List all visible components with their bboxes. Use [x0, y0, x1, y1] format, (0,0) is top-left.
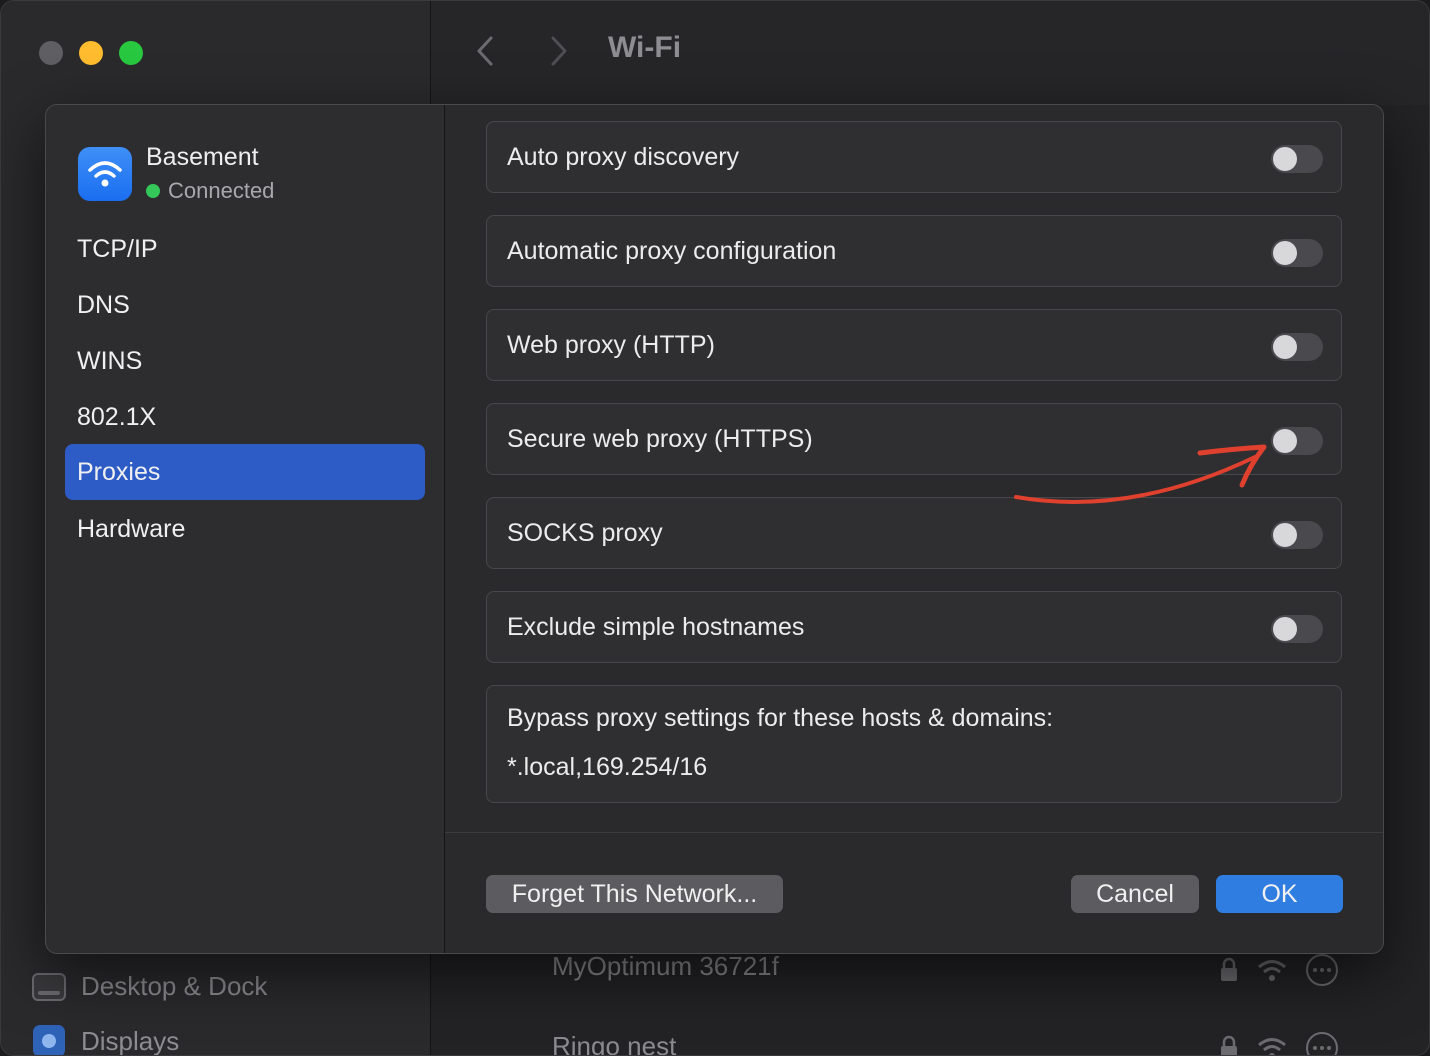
- option-label: Auto proxy discovery: [507, 142, 740, 171]
- secure-web-proxy-https-row: Secure web proxy (HTTPS): [486, 403, 1342, 475]
- toggle-knob: [1273, 147, 1297, 171]
- status-text: Connected: [168, 178, 275, 203]
- web-proxy-http-toggle[interactable]: [1271, 333, 1323, 361]
- sidebar-item-dns[interactable]: DNS: [65, 277, 425, 333]
- dialog-footer: Forget This Network... Cancel OK: [445, 832, 1383, 953]
- network-details-dialog: Basement Connected TCP/IP DNS WINS 802.1…: [45, 104, 1384, 954]
- connection-status: Connected: [146, 178, 274, 204]
- bypass-hosts-label: Bypass proxy settings for these hosts & …: [507, 704, 1054, 732]
- more-options-icon[interactable]: [1305, 1031, 1339, 1056]
- sidebar-item-label: Proxies: [77, 457, 161, 486]
- sidebar-item-tcpip[interactable]: TCP/IP: [65, 221, 425, 277]
- wifi-icon: [78, 147, 132, 201]
- sidebar-item-label: WINS: [77, 346, 143, 375]
- zoom-window-button[interactable]: [119, 41, 143, 65]
- network-name: Basement: [146, 143, 259, 171]
- option-label: Secure web proxy (HTTPS): [507, 424, 813, 453]
- ok-button[interactable]: OK: [1216, 875, 1343, 913]
- network-list-item[interactable]: MyOptimum 36721f: [552, 951, 779, 982]
- toggle-knob: [1273, 241, 1297, 265]
- settings-toolbar: [431, 1, 1429, 105]
- sidebar-item-desktop-dock[interactable]: Desktop & Dock: [31, 971, 267, 1002]
- network-name: Ringo nest: [552, 1031, 677, 1056]
- sidebar-item-label: Desktop & Dock: [81, 971, 268, 1001]
- bypass-hosts-box: Bypass proxy settings for these hosts & …: [486, 685, 1342, 803]
- sidebar-item-label: Displays: [81, 1025, 180, 1056]
- exclude-simple-hostnames-row: Exclude simple hostnames: [486, 591, 1342, 663]
- sidebar-item-displays[interactable]: Displays: [31, 1023, 180, 1056]
- sidebar-item-label: Hardware: [77, 514, 186, 543]
- bypass-hosts-input[interactable]: *.local,169.254/16: [507, 753, 1321, 782]
- option-label: SOCKS proxy: [507, 518, 663, 547]
- forget-network-button[interactable]: Forget This Network...: [486, 875, 783, 913]
- sidebar-item-hardware[interactable]: Hardware: [65, 501, 425, 557]
- network-row-icons: [1219, 953, 1339, 987]
- dock-icon: [32, 972, 66, 1001]
- close-window-button[interactable]: [39, 41, 63, 65]
- socks-proxy-row: SOCKS proxy: [486, 497, 1342, 569]
- back-chevron-icon[interactable]: [475, 35, 495, 67]
- wifi-signal-icon: [1258, 1038, 1286, 1055]
- web-proxy-http-row: Web proxy (HTTP): [486, 309, 1342, 381]
- displays-icon: [33, 1025, 65, 1055]
- minimize-window-button[interactable]: [79, 41, 103, 65]
- sidebar-item-label: 802.1X: [77, 402, 157, 431]
- toggle-knob: [1273, 429, 1297, 453]
- wifi-signal-icon: [1258, 960, 1286, 981]
- page-title: Wi-Fi: [608, 31, 682, 64]
- sidebar-item-wins[interactable]: WINS: [65, 333, 425, 389]
- secure-web-proxy-https-toggle[interactable]: [1271, 427, 1323, 455]
- lock-icon: [1221, 1035, 1237, 1055]
- sidebar-item-8021x[interactable]: 802.1X: [65, 389, 425, 445]
- status-dot-icon: [146, 184, 160, 198]
- auto-proxy-discovery-toggle[interactable]: [1271, 145, 1323, 173]
- auto-proxy-discovery-row: Auto proxy discovery: [486, 121, 1342, 193]
- sidebar-item-label: DNS: [77, 290, 130, 319]
- dialog-sidebar: Basement Connected TCP/IP DNS WINS 802.1…: [46, 105, 445, 953]
- automatic-proxy-configuration-row: Automatic proxy configuration: [486, 215, 1342, 287]
- option-label: Exclude simple hostnames: [507, 612, 805, 641]
- sidebar-item-proxies[interactable]: Proxies: [65, 444, 425, 500]
- cancel-button[interactable]: Cancel: [1071, 875, 1199, 913]
- toggle-knob: [1273, 523, 1297, 547]
- more-options-icon[interactable]: [1305, 953, 1339, 987]
- network-row-icons: [1219, 1031, 1339, 1056]
- network-name: MyOptimum 36721f: [552, 951, 779, 981]
- lock-icon: [1221, 957, 1237, 981]
- network-header: Basement Connected: [78, 143, 274, 204]
- proxies-panel: Auto proxy discovery Automatic proxy con…: [445, 105, 1383, 832]
- network-list-item[interactable]: Ringo nest: [552, 1031, 677, 1056]
- automatic-proxy-configuration-toggle[interactable]: [1271, 239, 1323, 267]
- toggle-knob: [1273, 617, 1297, 641]
- exclude-simple-hostnames-toggle[interactable]: [1271, 615, 1323, 643]
- option-label: Web proxy (HTTP): [507, 330, 715, 359]
- socks-proxy-toggle[interactable]: [1271, 521, 1323, 549]
- forward-chevron-icon[interactable]: [549, 35, 569, 67]
- option-label: Automatic proxy configuration: [507, 236, 837, 265]
- sidebar-item-label: TCP/IP: [77, 234, 158, 263]
- toggle-knob: [1273, 335, 1297, 359]
